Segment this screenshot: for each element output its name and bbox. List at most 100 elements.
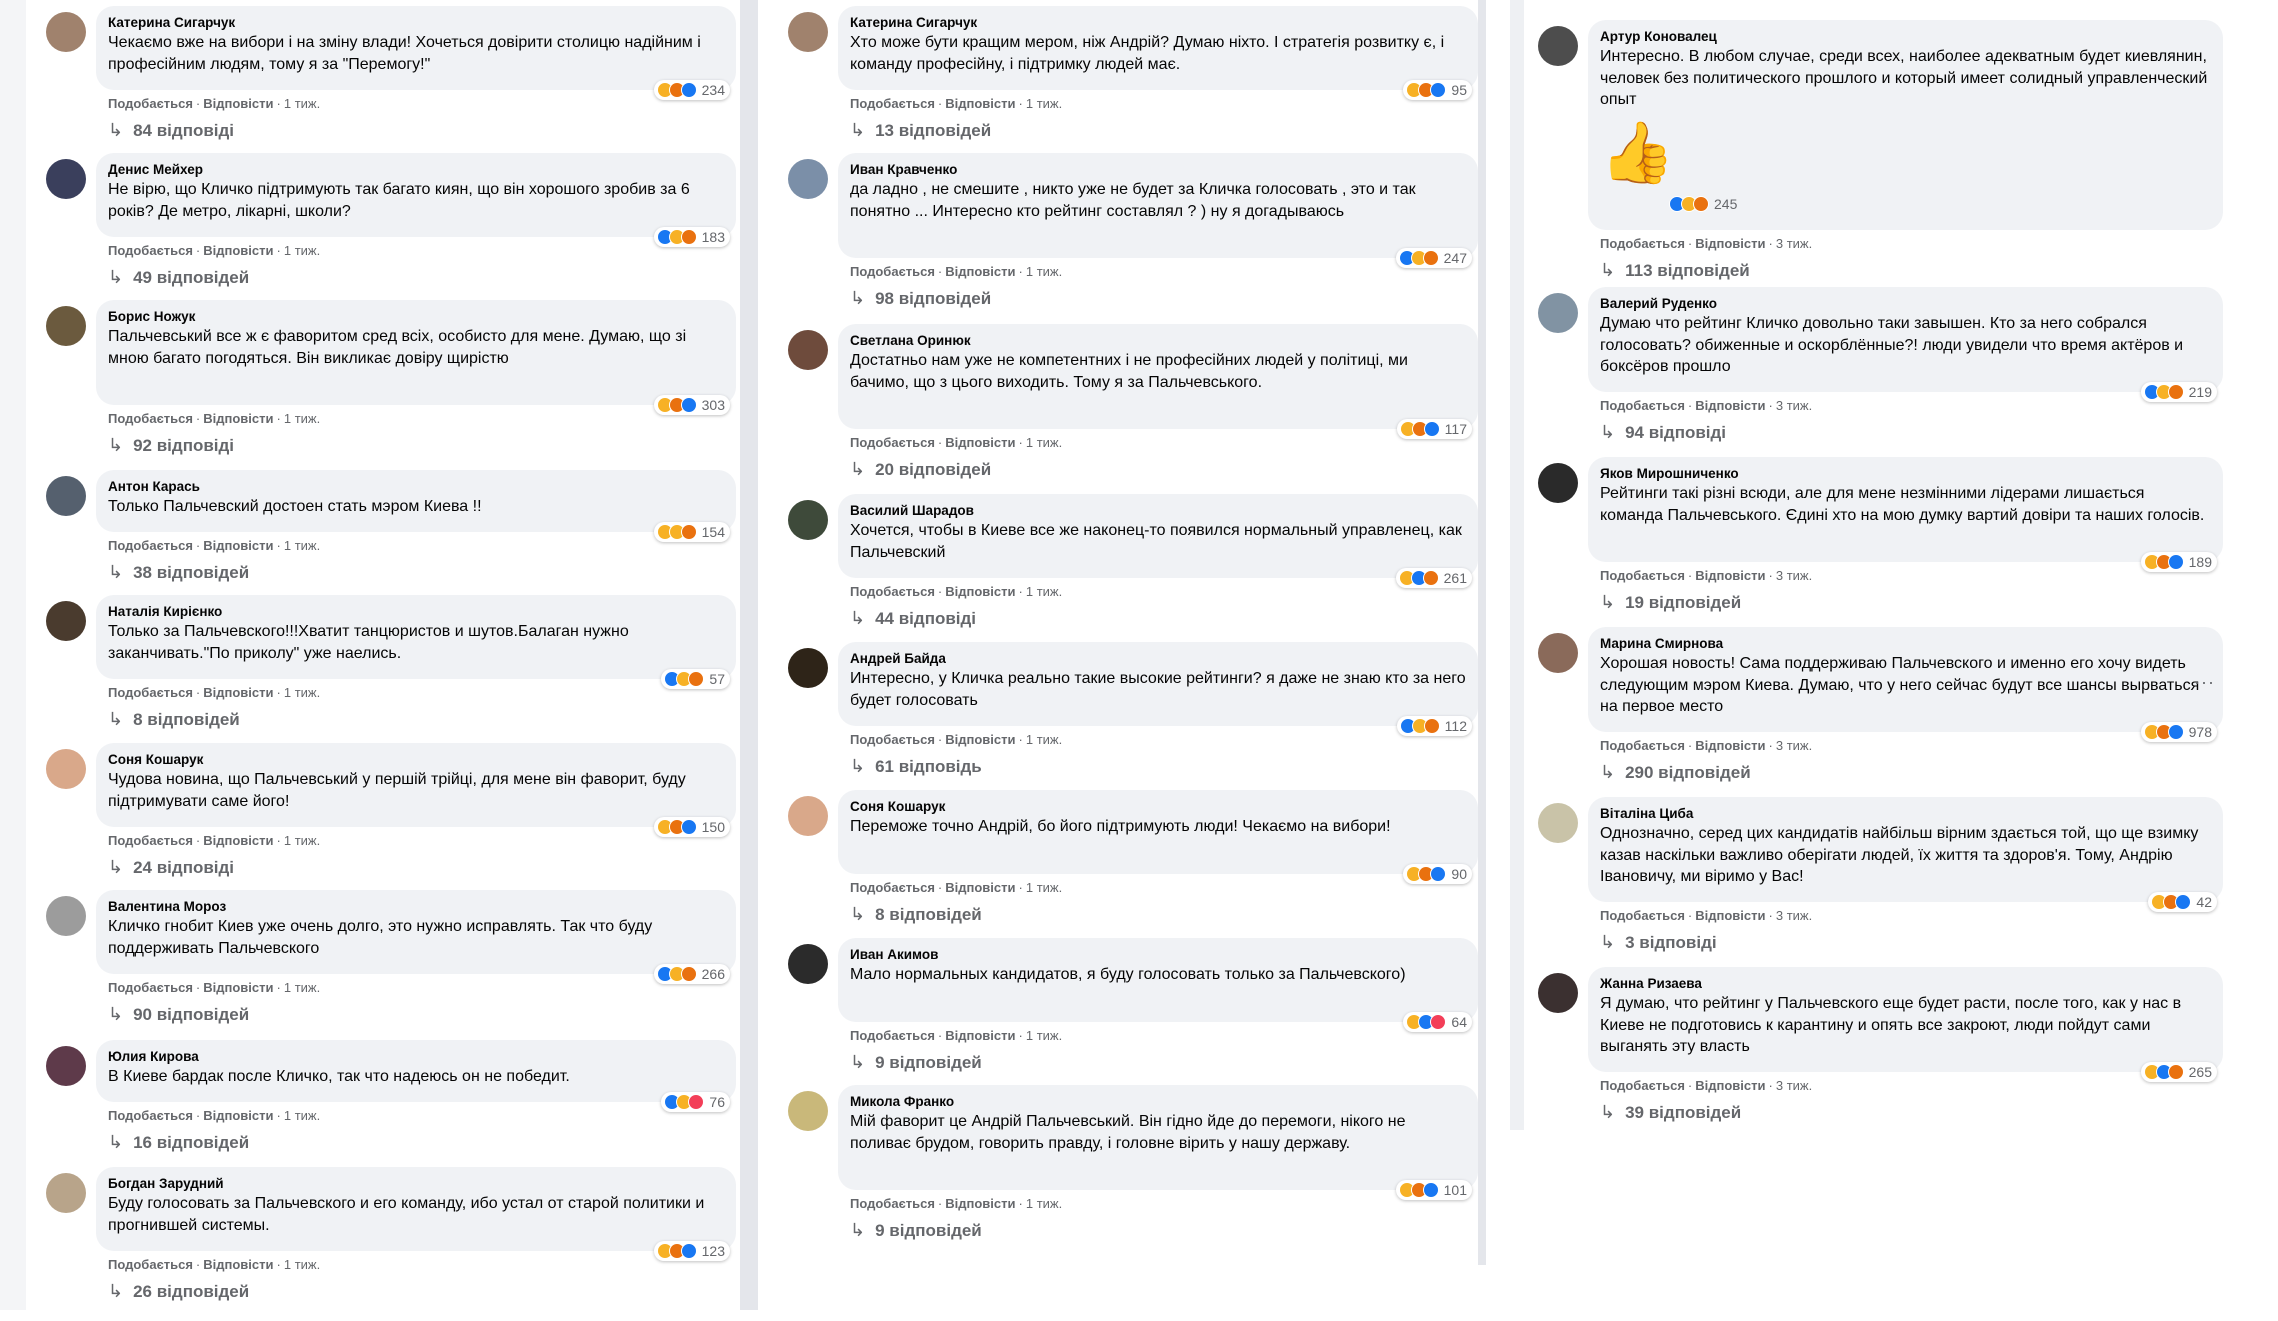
reactions-summary[interactable]: 219 — [2140, 382, 2217, 402]
comment-timestamp[interactable]: 1 тиж. — [1026, 880, 1062, 895]
avatar[interactable] — [788, 12, 828, 52]
view-replies-link[interactable]: ↳ 44 відповіді — [850, 608, 976, 629]
reactions-summary[interactable]: 247 — [1395, 248, 1472, 268]
view-replies-link[interactable]: ↳ 113 відповідей — [1600, 260, 1750, 281]
comment-author[interactable]: Иван Акимов — [850, 946, 1466, 964]
avatar[interactable] — [46, 896, 86, 936]
view-replies-link[interactable]: ↳ 92 відповіді — [108, 435, 234, 456]
reactions-summary[interactable]: 978 — [2140, 722, 2217, 742]
view-replies-link[interactable]: ↳ 9 відповідей — [850, 1220, 982, 1241]
comment-timestamp[interactable]: 3 тиж. — [1776, 738, 1812, 753]
avatar[interactable] — [1538, 973, 1578, 1013]
avatar[interactable] — [1538, 26, 1578, 66]
view-replies-link[interactable]: ↳ 24 відповіді — [108, 857, 234, 878]
like-link[interactable]: Подобається — [108, 538, 193, 553]
comment-timestamp[interactable]: 1 тиж. — [1026, 584, 1062, 599]
avatar[interactable] — [46, 749, 86, 789]
comment-author[interactable]: Яков Мирошниченко — [1600, 465, 2211, 483]
comment-author[interactable]: Денис Мейхер — [108, 161, 724, 179]
like-link[interactable]: Подобається — [108, 243, 193, 258]
comment-timestamp[interactable]: 3 тиж. — [1776, 568, 1812, 583]
reactions-summary[interactable]: 150 — [653, 817, 730, 837]
comment-timestamp[interactable]: 1 тиж. — [284, 685, 320, 700]
like-link[interactable]: Подобається — [108, 685, 193, 700]
view-replies-link[interactable]: ↳ 90 відповідей — [108, 1004, 249, 1025]
like-link[interactable]: Подобається — [850, 96, 935, 111]
reactions-summary[interactable]: 76 — [661, 1092, 730, 1112]
comment-timestamp[interactable]: 1 тиж. — [284, 980, 320, 995]
avatar[interactable] — [788, 330, 828, 370]
reply-link[interactable]: Відповісти — [203, 96, 273, 111]
avatar[interactable] — [46, 1046, 86, 1086]
reply-link[interactable]: Відповісти — [945, 1028, 1015, 1043]
reply-link[interactable]: Відповісти — [1695, 398, 1765, 413]
reactions-summary[interactable]: 154 — [653, 522, 730, 542]
comment-timestamp[interactable]: 1 тиж. — [284, 833, 320, 848]
view-replies-link[interactable]: ↳ 9 відповідей — [850, 1052, 982, 1073]
like-link[interactable]: Подобається — [850, 1028, 935, 1043]
reactions-summary[interactable]: 123 — [653, 1241, 730, 1261]
like-link[interactable]: Подобається — [850, 435, 935, 450]
reply-link[interactable]: Відповісти — [203, 1108, 273, 1123]
like-link[interactable]: Подобається — [850, 264, 935, 279]
reply-link[interactable]: Відповісти — [945, 435, 1015, 450]
comment-author[interactable]: Светлана Оринюк — [850, 332, 1466, 350]
reply-link[interactable]: Відповісти — [203, 538, 273, 553]
avatar[interactable] — [46, 1173, 86, 1213]
reply-link[interactable]: Відповісти — [203, 685, 273, 700]
reactions-summary[interactable]: 245 — [1666, 194, 1742, 214]
avatar[interactable] — [788, 500, 828, 540]
view-replies-link[interactable]: ↳ 84 відповіді — [108, 120, 234, 141]
more-options-icon[interactable]: ··· — [2194, 672, 2215, 693]
like-link[interactable]: Подобається — [850, 1196, 935, 1211]
comment-author[interactable]: Катерина Сигарчук — [850, 14, 1466, 32]
reply-link[interactable]: Відповісти — [945, 584, 1015, 599]
like-link[interactable]: Подобається — [108, 411, 193, 426]
view-replies-link[interactable]: ↳ 39 відповідей — [1600, 1102, 1741, 1123]
avatar[interactable] — [788, 796, 828, 836]
reply-link[interactable]: Відповісти — [945, 732, 1015, 747]
like-link[interactable]: Подобається — [1600, 236, 1685, 251]
avatar[interactable] — [1538, 463, 1578, 503]
view-replies-link[interactable]: ↳ 94 відповіді — [1600, 422, 1726, 443]
avatar[interactable] — [788, 944, 828, 984]
reply-link[interactable]: Відповісти — [203, 1257, 273, 1272]
reply-link[interactable]: Відповісти — [1695, 1078, 1765, 1093]
reply-link[interactable]: Відповісти — [203, 411, 273, 426]
reactions-summary[interactable]: 261 — [1395, 568, 1472, 588]
like-link[interactable]: Подобається — [1600, 738, 1685, 753]
reactions-summary[interactable]: 57 — [661, 669, 730, 689]
view-replies-link[interactable]: ↳ 16 відповідей — [108, 1132, 249, 1153]
avatar[interactable] — [1538, 633, 1578, 673]
avatar[interactable] — [788, 1091, 828, 1131]
comment-author[interactable]: Андрей Байда — [850, 650, 1466, 668]
comment-timestamp[interactable]: 3 тиж. — [1776, 1078, 1812, 1093]
comment-timestamp[interactable]: 1 тиж. — [1026, 732, 1062, 747]
comment-author[interactable]: Наталія Кирієнко — [108, 603, 724, 621]
reactions-summary[interactable]: 303 — [653, 395, 730, 415]
view-replies-link[interactable]: ↳ 290 відповідей — [1600, 762, 1751, 783]
like-link[interactable]: Подобається — [108, 980, 193, 995]
like-link[interactable]: Подобається — [1600, 908, 1685, 923]
like-link[interactable]: Подобається — [108, 833, 193, 848]
like-link[interactable]: Подобається — [850, 732, 935, 747]
comment-author[interactable]: Микола Франко — [850, 1093, 1466, 1111]
view-replies-link[interactable]: ↳ 19 відповідей — [1600, 592, 1741, 613]
comment-author[interactable]: Василий Шарадов — [850, 502, 1466, 520]
comment-author[interactable]: Жанна Ризаева — [1600, 975, 2211, 993]
comment-author[interactable]: Соня Кошарук — [850, 798, 1466, 816]
reply-link[interactable]: Відповісти — [1695, 568, 1765, 583]
reply-link[interactable]: Відповісти — [1695, 738, 1765, 753]
comment-author[interactable]: Артур Коновалец — [1600, 28, 2211, 46]
reactions-summary[interactable]: 95 — [1403, 80, 1472, 100]
comment-timestamp[interactable]: 1 тиж. — [284, 411, 320, 426]
reactions-summary[interactable]: 234 — [653, 80, 730, 100]
like-link[interactable]: Подобається — [1600, 1078, 1685, 1093]
comment-author[interactable]: Соня Кошарук — [108, 751, 724, 769]
comment-timestamp[interactable]: 3 тиж. — [1776, 236, 1812, 251]
reply-link[interactable]: Відповісти — [1695, 908, 1765, 923]
avatar[interactable] — [788, 159, 828, 199]
comment-timestamp[interactable]: 1 тиж. — [1026, 1028, 1062, 1043]
reply-link[interactable]: Відповісти — [945, 264, 1015, 279]
reply-link[interactable]: Відповісти — [945, 96, 1015, 111]
